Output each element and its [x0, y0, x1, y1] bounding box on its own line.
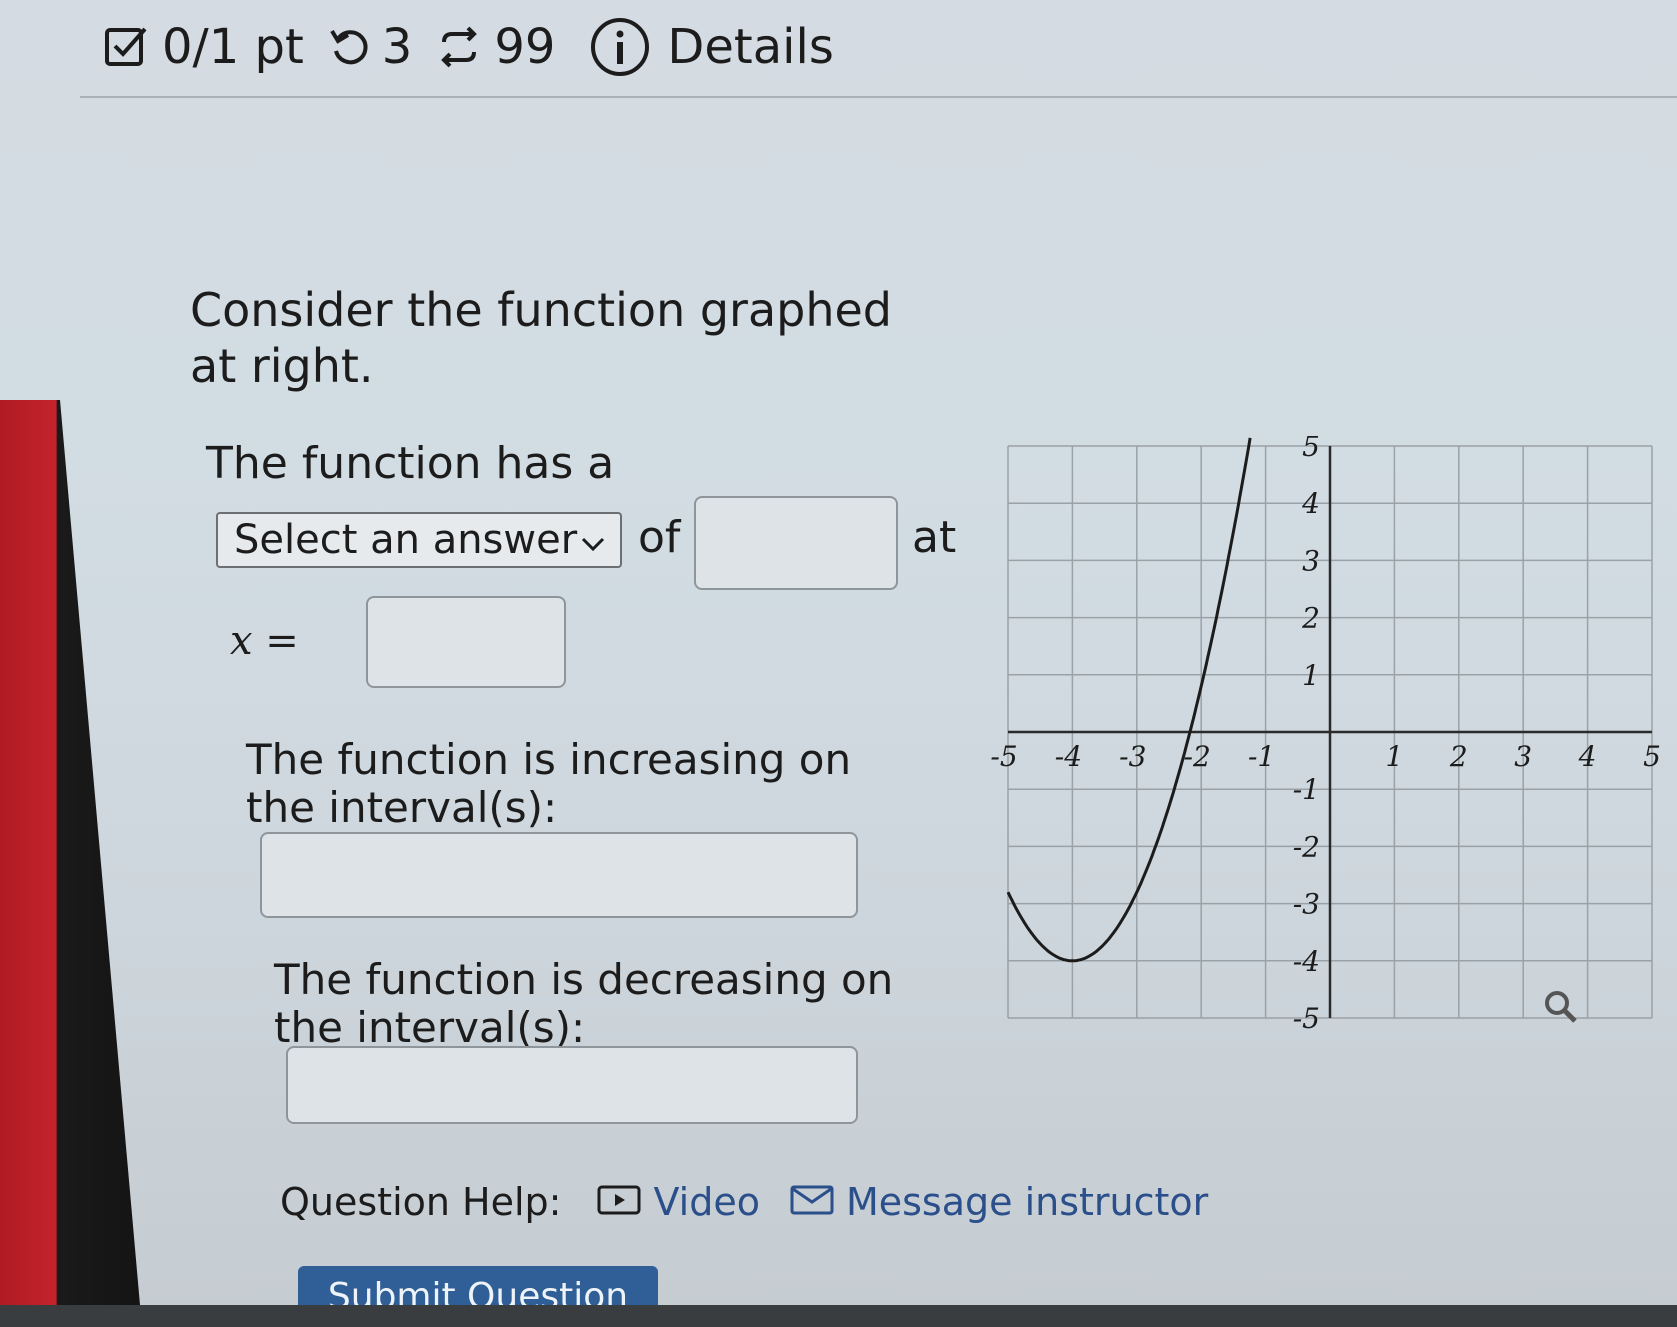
- at-text: at: [912, 512, 957, 563]
- x-equals-label: x =: [230, 618, 299, 664]
- message-instructor-link[interactable]: Message instructor: [790, 1180, 1208, 1224]
- x-tick-labels: -5 -4 -3 -2 -1 1 2 3 4 5: [990, 740, 1661, 773]
- submit-question-button[interactable]: Submit Question: [298, 1266, 658, 1305]
- x-tick-label: 3: [1514, 740, 1532, 773]
- increasing-label: The function is increasing on the interv…: [246, 735, 852, 832]
- y-tick-labels: 5 4 3 2 1 -1 -2 -3 -4 -5: [1293, 436, 1320, 1035]
- increasing-interval-input[interactable]: [260, 832, 858, 918]
- screen: 0/1 pt 3 99 Details Consider the functio…: [0, 0, 1677, 1305]
- x-tick-label: 5: [1643, 740, 1661, 773]
- video-icon: [597, 1180, 641, 1224]
- score-text: 0/1 pt: [162, 19, 304, 75]
- y-tick-label: -2: [1293, 830, 1320, 863]
- decreasing-label: The function is decreasing on the interv…: [274, 955, 894, 1052]
- y-tick-label: -3: [1293, 888, 1320, 921]
- extremum-select[interactable]: Select an answer: [216, 512, 622, 568]
- attempts-count: 99: [494, 19, 556, 75]
- info-icon[interactable]: [589, 16, 651, 78]
- extremum-prompt: The function has a: [206, 438, 615, 489]
- question-header: 0/1 pt 3 99 Details: [104, 16, 834, 78]
- y-tick-label: -1: [1293, 773, 1320, 806]
- y-tick-label: 3: [1302, 544, 1320, 577]
- graph-axes: [1008, 446, 1652, 1018]
- y-tick-label: 2: [1301, 602, 1320, 635]
- function-graph: -5 -4 -3 -2 -1 1 2 3 4 5 5 4 3 2 1 -1 -2 -3 -4 -5: [990, 436, 1661, 1035]
- video-link-label: Video: [653, 1180, 760, 1224]
- magnifier-icon[interactable]: [1545, 991, 1577, 1023]
- checkbox-icon: [104, 25, 148, 69]
- question-help-label: Question Help:: [280, 1180, 562, 1224]
- message-instructor-label: Message instructor: [845, 1180, 1209, 1224]
- x-tick-label: 4: [1578, 740, 1597, 773]
- y-tick-label: -5: [1293, 1002, 1320, 1035]
- x-tick-label: -1: [1248, 740, 1275, 773]
- retry-icon: [328, 25, 372, 69]
- y-tick-label: 1: [1302, 659, 1320, 692]
- mail-icon: [790, 1180, 834, 1224]
- function-curve: [1006, 437, 1252, 963]
- details-link[interactable]: Details: [667, 19, 833, 75]
- select-placeholder: Select an answer: [234, 517, 578, 563]
- decreasing-interval-input[interactable]: [286, 1046, 858, 1124]
- extremum-value-input[interactable]: [694, 496, 898, 590]
- question-help: Question Help: Video Message instructor: [280, 1180, 1238, 1224]
- y-tick-label: 5: [1302, 436, 1320, 463]
- of-text: of: [638, 512, 681, 563]
- question-intro: Consider the function graphed at right.: [190, 283, 892, 393]
- attempts-icon: [436, 24, 482, 70]
- x-tick-label: -4: [1055, 740, 1082, 773]
- x-tick-label: 1: [1385, 740, 1403, 773]
- x-tick-label: 2: [1449, 740, 1468, 773]
- chevron-down-icon: [580, 517, 606, 563]
- y-tick-label: -4: [1293, 945, 1320, 978]
- retries-count: 3: [381, 19, 413, 75]
- x-tick-label: -5: [990, 740, 1017, 773]
- video-link[interactable]: Video: [597, 1180, 760, 1224]
- x-value-input[interactable]: [366, 596, 566, 688]
- header-divider: [80, 96, 1677, 98]
- x-tick-label: -3: [1119, 740, 1146, 773]
- y-tick-label: 4: [1301, 487, 1320, 520]
